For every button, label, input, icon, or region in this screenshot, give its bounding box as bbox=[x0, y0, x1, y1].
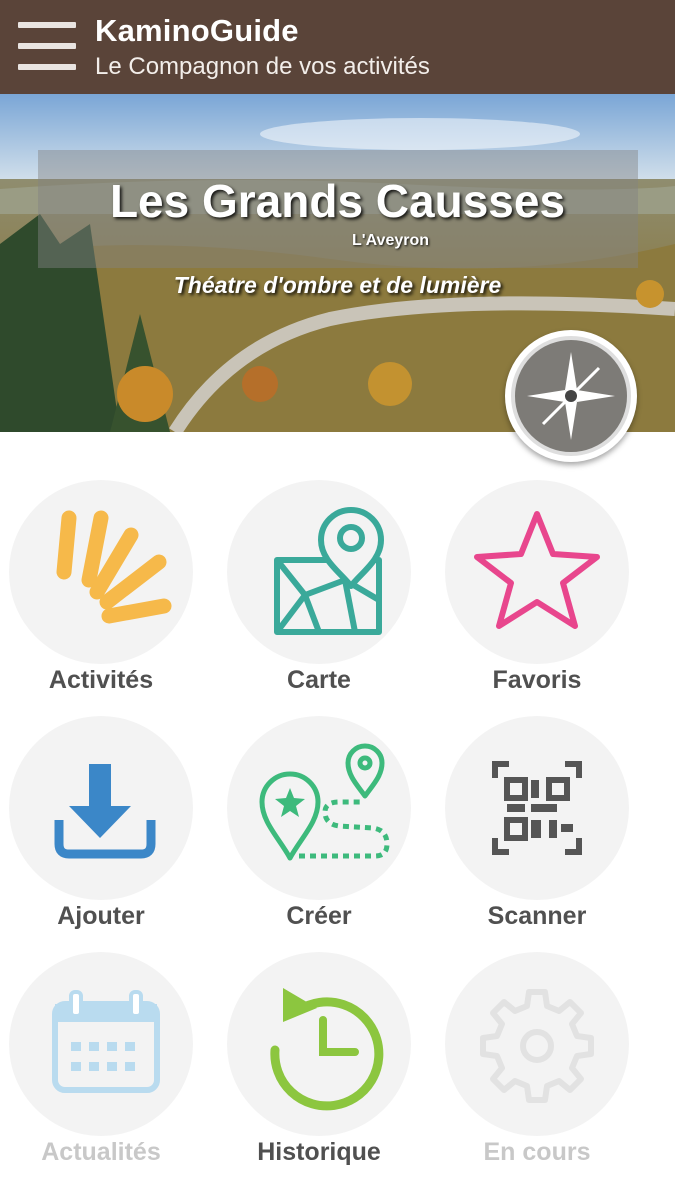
tile-scanner-circle bbox=[445, 716, 629, 900]
app-subtitle: Le Compagnon de vos activités bbox=[95, 53, 430, 80]
tile-creer[interactable]: Créer bbox=[218, 716, 418, 946]
route-icon bbox=[259, 743, 390, 861]
calendar-icon bbox=[52, 990, 160, 1093]
tile-historique[interactable]: Historique bbox=[218, 952, 418, 1182]
app-title: KaminoGuide bbox=[95, 13, 299, 48]
tile-historique-circle bbox=[227, 952, 411, 1136]
tile-ajouter[interactable]: Ajouter bbox=[0, 716, 200, 946]
tile-favoris-circle bbox=[445, 480, 629, 664]
tile-en-cours-circle bbox=[445, 952, 629, 1136]
tile-creer-label: Créer bbox=[286, 902, 352, 930]
tile-actualites-label: Actualités bbox=[41, 1138, 161, 1166]
tile-scanner-label: Scanner bbox=[487, 902, 587, 930]
tile-en-cours-label: En cours bbox=[483, 1138, 591, 1166]
gear-icon bbox=[480, 989, 594, 1103]
compass-icon bbox=[511, 336, 631, 456]
tile-ajouter-label: Ajouter bbox=[57, 902, 145, 930]
tile-activites[interactable]: Activités bbox=[0, 480, 200, 710]
tile-activites-circle bbox=[9, 480, 193, 664]
tile-ajouter-circle bbox=[9, 716, 193, 900]
tile-activites-label: Activités bbox=[48, 666, 154, 694]
app-bar: KaminoGuide Le Compagnon de vos activité… bbox=[0, 0, 675, 94]
hero-region: L'Aveyron bbox=[352, 232, 430, 249]
star-icon bbox=[474, 511, 600, 629]
rays-icon bbox=[56, 510, 172, 624]
compass-button[interactable] bbox=[505, 330, 637, 462]
tile-actualites-circle bbox=[9, 952, 193, 1136]
tile-scanner[interactable]: Scanner bbox=[436, 716, 636, 946]
qr-code-icon bbox=[492, 761, 582, 855]
hero-tagline: Théatre d'ombre et de lumière bbox=[173, 272, 502, 298]
tile-en-cours[interactable]: En cours bbox=[436, 952, 636, 1182]
tile-carte[interactable]: Carte bbox=[218, 480, 418, 710]
tile-historique-label: Historique bbox=[257, 1138, 381, 1166]
hero-title: Les Grands Causses bbox=[109, 175, 566, 227]
download-icon bbox=[54, 764, 156, 859]
history-icon bbox=[270, 988, 384, 1111]
hamburger-menu-icon[interactable] bbox=[18, 22, 76, 72]
tile-actualites[interactable]: Actualités bbox=[0, 952, 200, 1182]
tile-carte-label: Carte bbox=[287, 666, 351, 694]
tile-favoris[interactable]: Favoris bbox=[436, 480, 636, 710]
tile-carte-circle bbox=[227, 480, 411, 664]
tile-creer-circle bbox=[227, 716, 411, 900]
tile-favoris-label: Favoris bbox=[492, 666, 582, 694]
map-pin-icon bbox=[274, 507, 384, 635]
